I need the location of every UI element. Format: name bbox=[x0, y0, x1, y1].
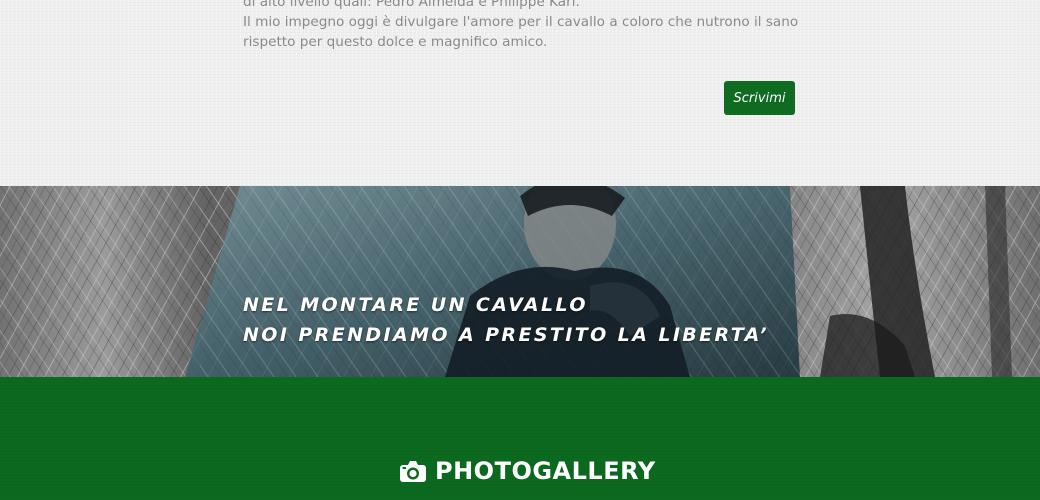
intro-section: di alto livello quali: Pedro Almeida e P… bbox=[0, 0, 1040, 186]
quote-line: NOI PRENDIAMO A PRESTITO LA LIBERTA’ bbox=[243, 324, 769, 346]
quote-line: NEL MONTARE UN CAVALLO bbox=[243, 294, 588, 316]
photogallery-heading: PHOTOGALLERY bbox=[400, 457, 656, 485]
photogallery-section: PHOTOGALLERY bbox=[0, 377, 1040, 500]
camera-icon bbox=[400, 461, 426, 482]
quote-banner: NEL MONTARE UN CAVALLO NOI PRENDIAMO A P… bbox=[0, 186, 1040, 377]
photogallery-title: PHOTOGALLERY bbox=[435, 457, 656, 485]
page: di alto livello quali: Pedro Almeida e P… bbox=[0, 0, 1040, 500]
intro-line: rispetto per questo dolce e magnifico am… bbox=[243, 34, 548, 50]
intro-line: Il mio impegno oggi è divulgare l'amore … bbox=[243, 14, 799, 30]
write-me-button[interactable]: Scrivimi bbox=[724, 81, 795, 115]
banner-quote: NEL MONTARE UN CAVALLO NOI PRENDIAMO A P… bbox=[243, 290, 769, 350]
intro-line: di alto livello quali: Pedro Almeida e P… bbox=[243, 0, 580, 10]
intro-paragraph: di alto livello quali: Pedro Almeida e P… bbox=[243, 0, 799, 52]
